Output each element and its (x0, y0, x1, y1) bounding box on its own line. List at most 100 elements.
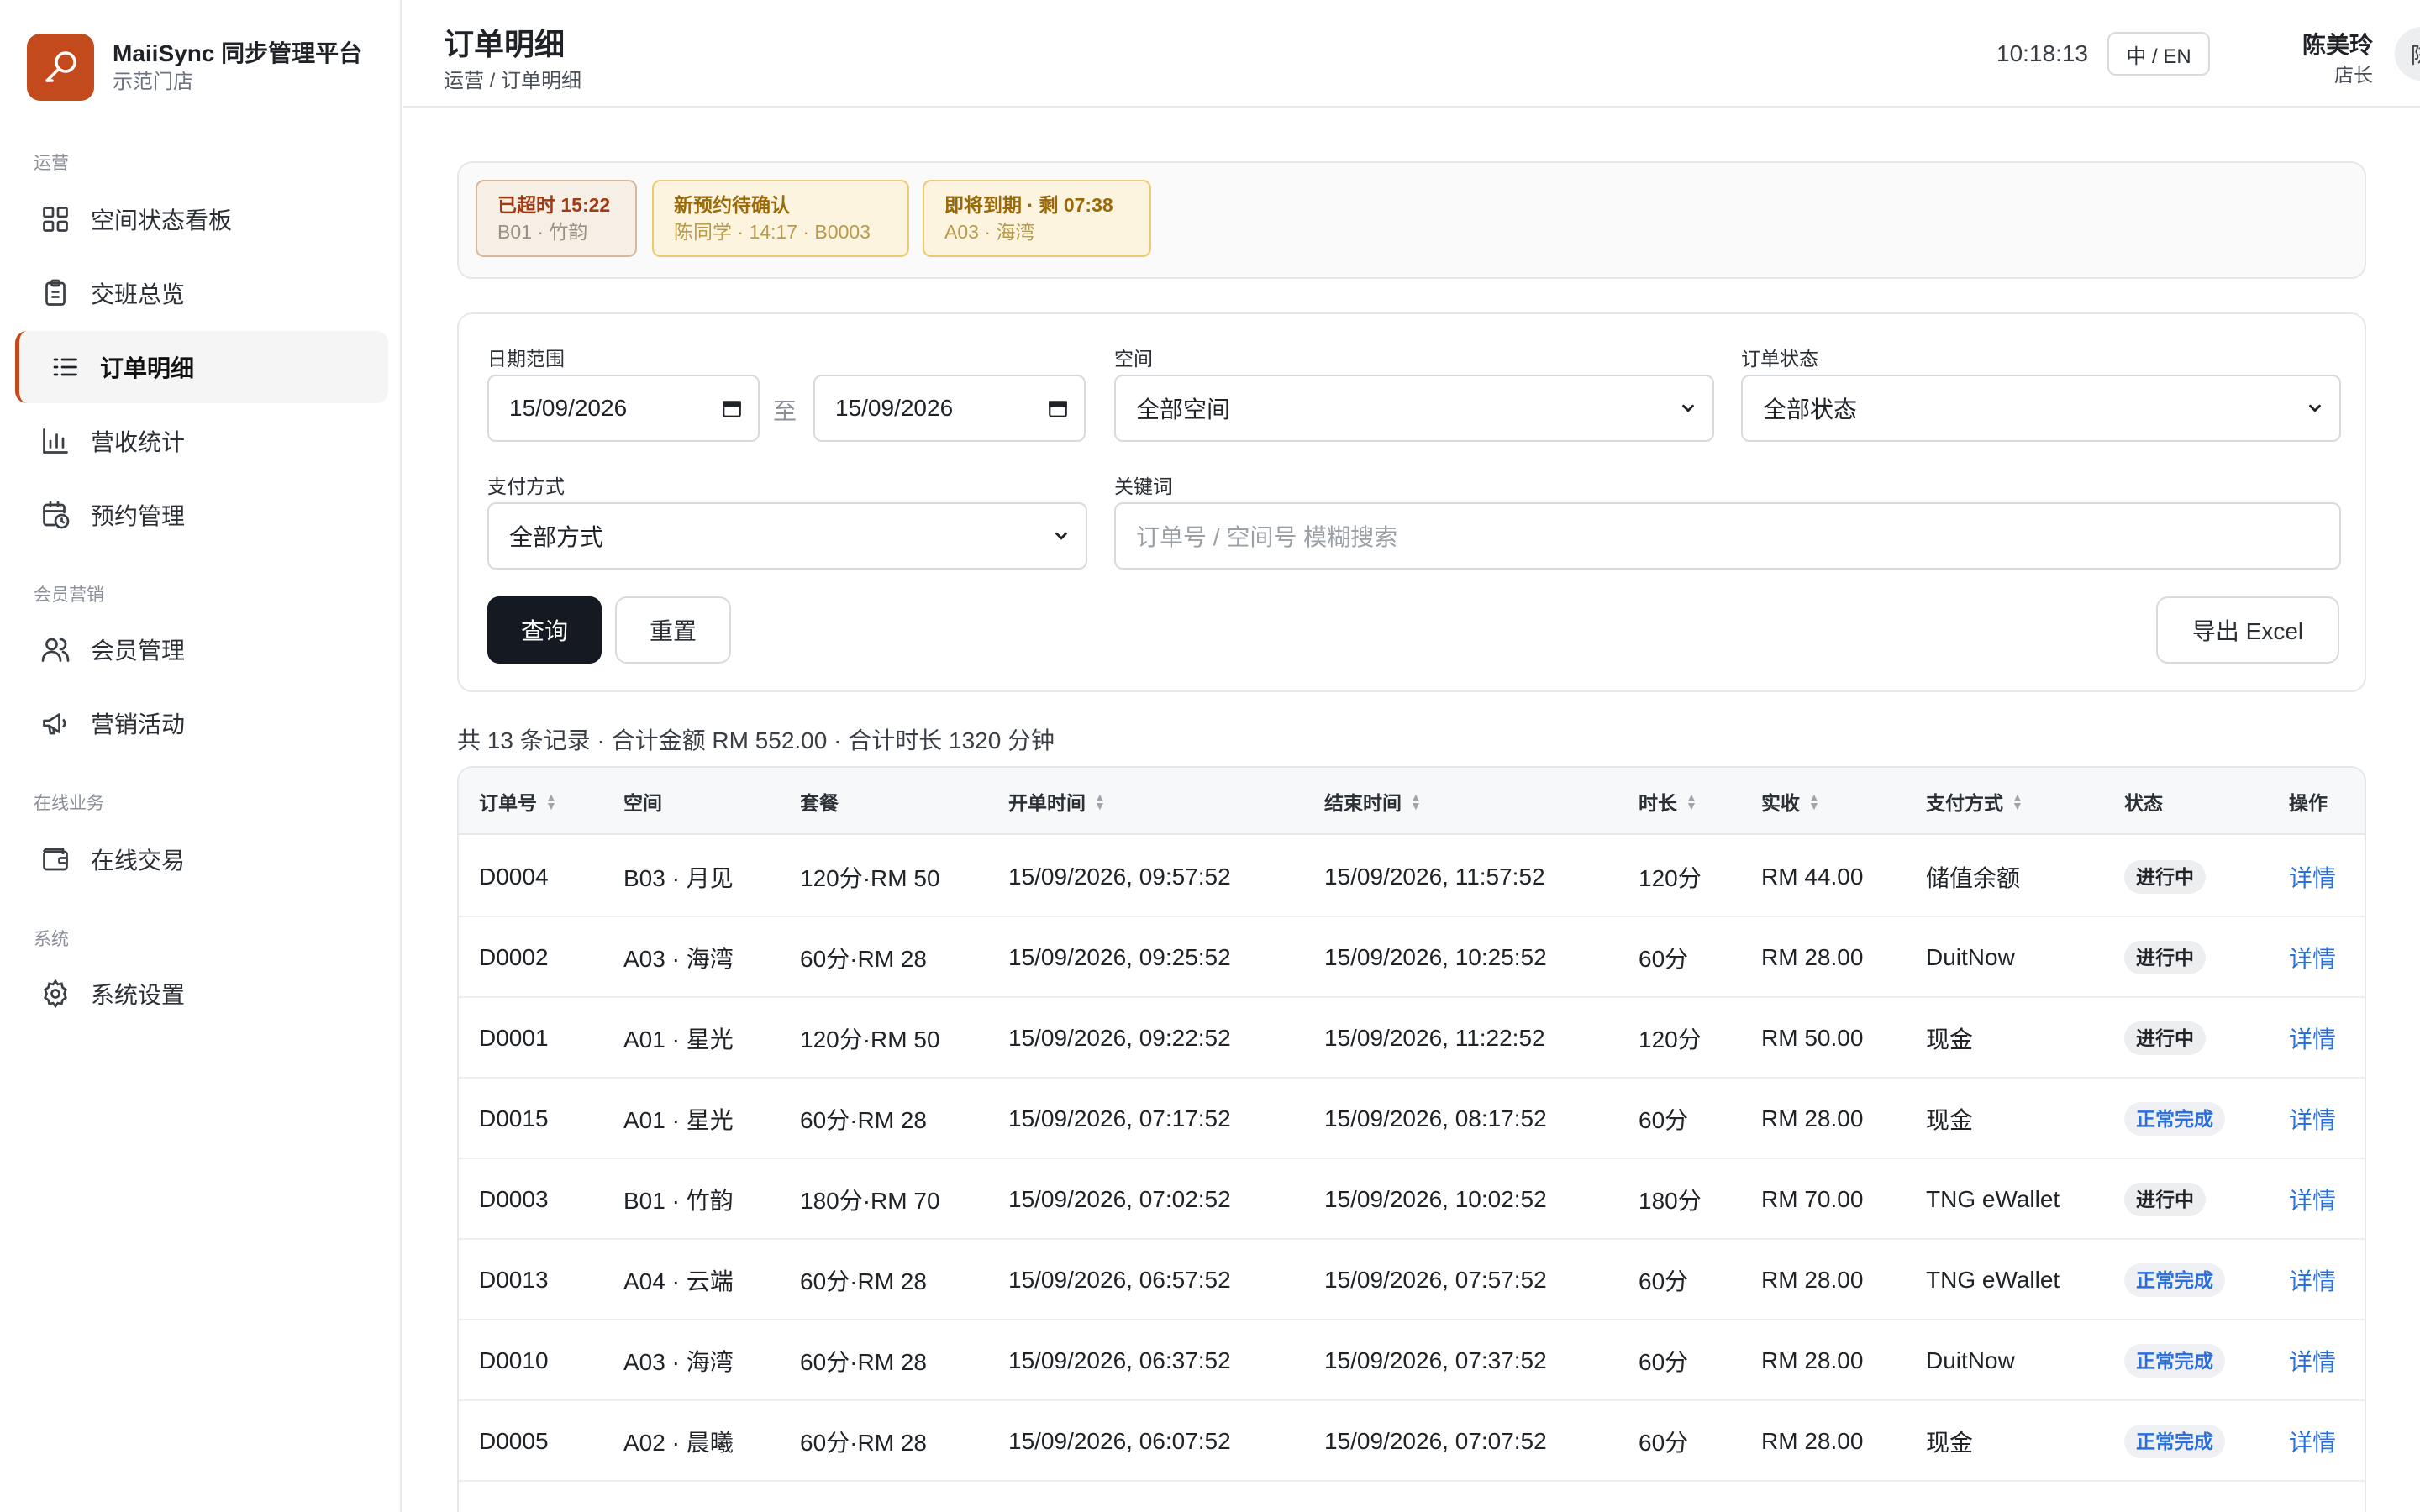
payment-select[interactable]: 全部方式 (487, 502, 1087, 570)
table-row[interactable]: D0010 A03 · 海湾 60分·RM 28 15/09/2026, 06:… (459, 1320, 2365, 1401)
date-from-input[interactable]: 15/09/2026 (487, 375, 760, 442)
reset-button[interactable]: 重置 (615, 596, 731, 664)
column-header-order-id[interactable]: 订单号 ▲ ▼ (479, 768, 557, 835)
users-icon (41, 638, 70, 662)
cell-payment-method: DuitNow (1926, 1347, 2015, 1373)
cell-plan: 60分·RM 28 (800, 1430, 927, 1456)
breadcrumb: 运营 / 订单明细 (444, 70, 582, 92)
cell-space: A01 · 星光 (623, 1107, 734, 1133)
cell-space: A03 · 海湾 (623, 946, 734, 972)
space-select[interactable]: 全部空间 (1114, 375, 1714, 442)
status-badge: 正常完成 (2124, 1425, 2225, 1458)
sidebar-item-members[interactable]: 会员管理 (15, 613, 388, 685)
cell-end-time: 15/09/2026, 11:22:52 (1324, 1025, 1545, 1051)
query-button[interactable]: 查询 (487, 596, 602, 664)
sort-icon[interactable]: ▲ ▼ (1808, 791, 1820, 811)
brand[interactable]: MaiiSync 同步管理平台 示范门店 (27, 34, 362, 101)
column-header-plan: 套餐 (800, 792, 839, 814)
sidebar-item-revenue-stats[interactable]: 营收统计 (15, 405, 388, 477)
table-row[interactable]: D0005 A02 · 晨曦 60分·RM 28 15/09/2026, 06:… (459, 1401, 2365, 1482)
grid-icon (43, 207, 68, 232)
sort-icon[interactable]: ▲ ▼ (545, 791, 557, 811)
sidebar-item-label: 预约管理 (91, 503, 186, 529)
cell-plan: 180分·RM 70 (800, 1188, 940, 1214)
table-row[interactable]: D0013 A04 · 云端 60分·RM 28 15/09/2026, 06:… (459, 1240, 2365, 1320)
keyword-search-input[interactable]: 订单号 / 空间号 模糊搜索 (1114, 502, 2341, 570)
cell-plan: 120分·RM 50 (800, 1026, 940, 1053)
column-header-status: 状态 (2124, 792, 2163, 814)
details-link[interactable]: 详情 (2289, 1021, 2336, 1055)
column-header-payment-method[interactable]: 支付方式 ▲ ▼ (1926, 768, 2023, 835)
alert-expiring[interactable]: 即将到期 · 剩 07:38 A03 · 海湾 (923, 180, 1151, 257)
sidebar-item-label: 订单明细 (100, 355, 195, 381)
cell-duration: 60分 (1639, 1349, 1689, 1375)
chevron-down-icon (1682, 404, 1694, 412)
sort-icon[interactable]: ▲ ▼ (1094, 791, 1106, 811)
sidebar-item-order-details[interactable]: 订单明细 (15, 331, 388, 403)
cell-space: B01 · 竹韵 (623, 1188, 734, 1214)
alert-title: 已超时 15:22 (497, 194, 611, 216)
sidebar-item-online-transactions[interactable]: 在线交易 (15, 823, 388, 895)
page-title: 订单明细 (444, 27, 566, 61)
table-row[interactable]: D0003 B01 · 竹韵 180分·RM 70 15/09/2026, 07… (459, 1159, 2365, 1240)
cell-payment-method: 储值余额 (1926, 865, 2021, 891)
date-to-input[interactable]: 15/09/2026 (813, 375, 1086, 442)
clipboard-icon (45, 279, 66, 306)
sidebar-item-space-board[interactable]: 空间状态看板 (15, 183, 388, 255)
table-row[interactable]: D0015 A01 · 星光 60分·RM 28 15/09/2026, 07:… (459, 1079, 2365, 1159)
sidebar-item-label: 营销活动 (91, 711, 186, 738)
sidebar-item-reservations[interactable]: 预约管理 (15, 479, 388, 551)
cell-paid: RM 44.00 (1761, 864, 1864, 890)
details-link[interactable]: 详情 (2289, 860, 2336, 894)
sidebar-item-label: 交班总览 (91, 281, 186, 307)
language-toggle-button[interactable]: 中 / EN (2107, 32, 2210, 76)
avatar[interactable]: 陈 (2395, 27, 2420, 81)
cell-duration: 60分 (1639, 1430, 1689, 1456)
details-link[interactable]: 详情 (2289, 1344, 2336, 1378)
table-row[interactable]: D0002 A03 · 海湾 60分·RM 28 15/09/2026, 09:… (459, 917, 2365, 998)
cell-duration: 60分 (1639, 1268, 1689, 1294)
details-link[interactable]: 详情 (2289, 941, 2336, 974)
alert-subtitle: 陈同学 · 14:17 · B0003 (674, 221, 871, 243)
details-link[interactable]: 详情 (2289, 1263, 2336, 1297)
details-link[interactable]: 详情 (2289, 1425, 2336, 1458)
cell-paid: RM 28.00 (1761, 944, 1864, 970)
records-summary: 共 13 条记录 · 合计金额 RM 552.00 · 合计时长 1320 分钟 (457, 727, 1055, 753)
sidebar-item-label: 在线交易 (91, 848, 186, 874)
table-row[interactable]: D0001 A01 · 星光 120分·RM 50 15/09/2026, 09… (459, 998, 2365, 1079)
cell-order-id: D0003 (479, 1186, 549, 1212)
table-row[interactable]: D0004 B03 · 月见 120分·RM 50 15/09/2026, 09… (459, 837, 2365, 917)
details-link[interactable]: 详情 (2289, 1183, 2336, 1216)
calendar-icon[interactable] (1047, 397, 1069, 419)
sort-icon[interactable]: ▲ ▼ (1686, 791, 1697, 811)
column-header-duration[interactable]: 时长 ▲ ▼ (1639, 768, 1697, 835)
cell-end-time: 15/09/2026, 07:07:52 (1324, 1428, 1547, 1454)
column-header-end-time[interactable]: 结束时间 ▲ ▼ (1324, 768, 1422, 835)
cell-space: B03 · 月见 (623, 865, 734, 891)
cell-start-time: 15/09/2026, 07:17:52 (1008, 1105, 1231, 1131)
status-select-value: 全部状态 (1763, 396, 1858, 423)
cell-paid: RM 28.00 (1761, 1267, 1864, 1293)
cell-paid: RM 50.00 (1761, 1025, 1864, 1051)
cell-plan: 120分·RM 50 (800, 865, 940, 891)
sidebar-item-marketing[interactable]: 营销活动 (15, 687, 388, 759)
column-header-paid[interactable]: 实收 ▲ ▼ (1761, 768, 1820, 835)
details-link[interactable]: 详情 (2289, 1102, 2336, 1136)
sidebar-item-shift-overview[interactable]: 交班总览 (15, 257, 388, 329)
status-badge: 正常完成 (2124, 1102, 2225, 1136)
export-excel-button[interactable]: 导出 Excel (2156, 596, 2339, 664)
status-select[interactable]: 全部状态 (1741, 375, 2341, 442)
cell-plan: 60分·RM 28 (800, 946, 927, 972)
sort-icon[interactable]: ▲ ▼ (2012, 791, 2023, 811)
chevron-down-icon (1055, 532, 1067, 540)
status-badge: 正常完成 (2124, 1263, 2225, 1297)
alert-overtime[interactable]: 已超时 15:22 B01 · 竹韵 (476, 180, 637, 257)
alert-new-reservation[interactable]: 新预约待确认 陈同学 · 14:17 · B0003 (652, 180, 909, 257)
column-header-start-time[interactable]: 开单时间 ▲ ▼ (1008, 768, 1106, 835)
bar-chart-icon (43, 428, 68, 454)
calendar-icon[interactable] (721, 397, 743, 419)
cell-order-id: D0001 (479, 1025, 549, 1051)
sort-icon[interactable]: ▲ ▼ (1410, 791, 1422, 811)
sidebar-item-system-settings[interactable]: 系统设置 (15, 958, 388, 1030)
brand-title: MaiiSync 同步管理平台 (113, 40, 363, 66)
